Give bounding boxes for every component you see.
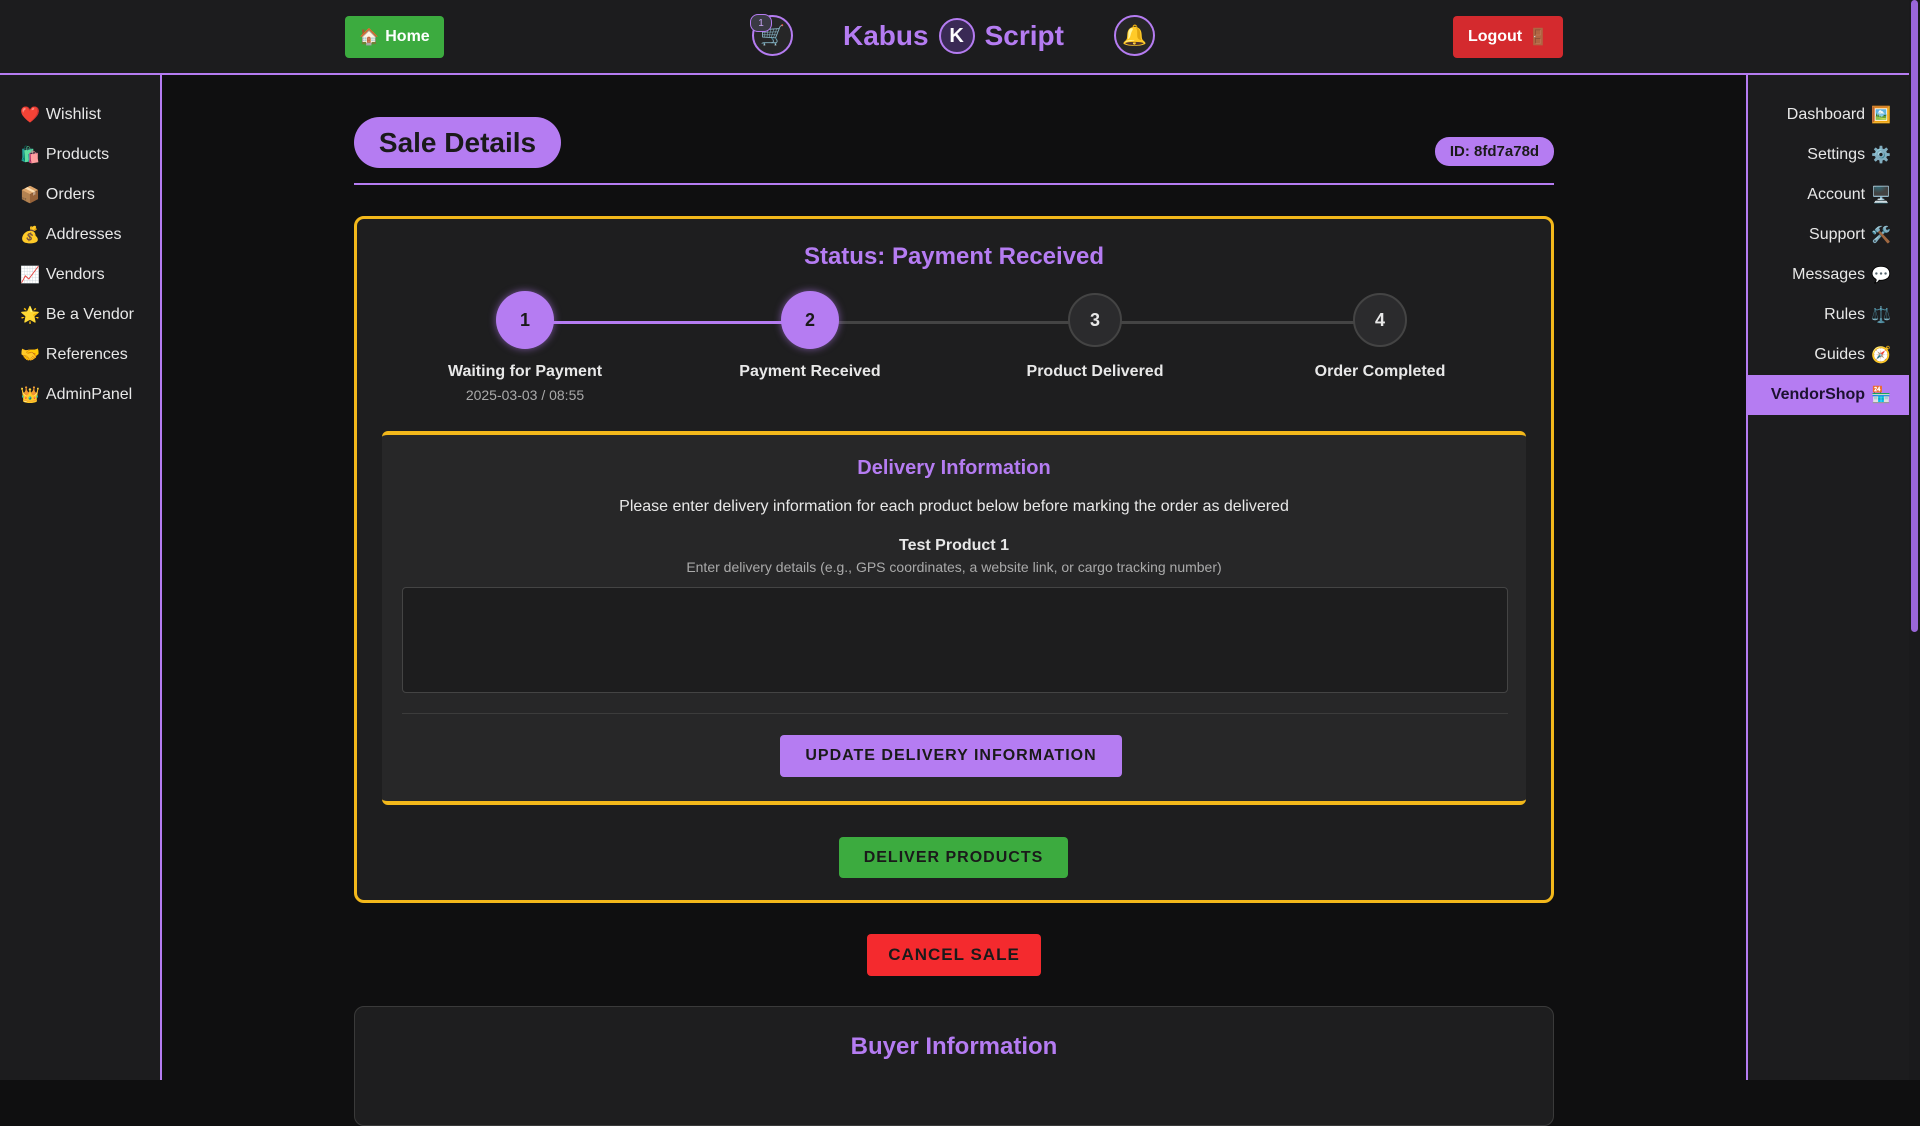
progress-line-1-2 — [525, 321, 810, 324]
sidebar-item-vendors[interactable]: 📈 Vendors — [0, 255, 160, 295]
step-3-circle: 3 — [1068, 293, 1122, 347]
heart-icon: ❤️ — [20, 107, 40, 124]
home-label: Home — [385, 28, 430, 45]
step-2-label: Payment Received — [739, 363, 881, 380]
sidebar-item-label: Be a Vendor — [45, 306, 134, 323]
home-button[interactable]: 🏠 Home — [345, 16, 444, 58]
sidebar-item-label: AdminPanel — [45, 386, 133, 403]
crown-icon: 👑 — [20, 387, 40, 404]
buyer-info-title: Buyer Information — [850, 1033, 1058, 1060]
package-icon: 📦 — [20, 187, 40, 204]
home-icon: 🏠 — [359, 29, 380, 46]
handshake-icon: 🤝 — [20, 347, 40, 364]
star-icon: 🌟 — [20, 307, 40, 324]
sidebar-item-label: VendorShop — [1770, 386, 1866, 403]
brand-name-left: Kabus — [843, 20, 929, 51]
step-2-circle: 2 — [781, 291, 839, 349]
scales-icon: ⚖️ — [1871, 307, 1891, 324]
sidebar-item-rules[interactable]: Rules ⚖️ — [1748, 295, 1911, 335]
sidebar-item-label: Wishlist — [45, 106, 102, 123]
sidebar-item-settings[interactable]: Settings ⚙️ — [1748, 135, 1911, 175]
sidebar-item-label: Guides — [1814, 346, 1866, 363]
title-divider — [354, 183, 1554, 185]
shopping-bags-icon: 🛍️ — [20, 147, 40, 164]
sidebar-item-wishlist[interactable]: ❤️ Wishlist — [0, 95, 160, 135]
sidebar-item-be-a-vendor[interactable]: 🌟 Be a Vendor — [0, 295, 160, 335]
chart-up-icon: 📈 — [20, 267, 40, 284]
deliver-products-button[interactable]: DELIVER PRODUCTS — [839, 837, 1068, 878]
sidebar-item-support[interactable]: Support 🛠️ — [1748, 215, 1911, 255]
cart-button[interactable]: 🛒 1 — [750, 14, 793, 56]
sidebar-item-guides[interactable]: Guides 🧭 — [1748, 335, 1911, 375]
buyer-info-card: Buyer Information — [354, 1006, 1554, 1126]
sidebar-right: Dashboard 🖼️ Settings ⚙️ Account 🖥️ Supp… — [1746, 75, 1911, 1080]
sidebar-item-references[interactable]: 🤝 References — [0, 335, 160, 375]
delivery-divider — [402, 713, 1508, 714]
delivery-info-section: Delivery Information Please enter delive… — [382, 431, 1526, 805]
progress-line-2-3 — [810, 321, 1095, 324]
step-1-label: Waiting for Payment — [447, 363, 603, 380]
update-delivery-button[interactable]: UPDATE DELIVERY INFORMATION — [780, 735, 1122, 777]
desktop-icon: 🖥️ — [1871, 187, 1891, 204]
delivery-title: Delivery Information — [857, 457, 1051, 479]
cancel-sale-button[interactable]: CANCEL SALE — [867, 934, 1041, 976]
logout-button[interactable]: Logout 🚪 — [1453, 16, 1563, 58]
status-title: Status: Payment Received — [803, 243, 1105, 270]
delivery-details-input[interactable] — [402, 587, 1508, 693]
top-bar: 🏠 Home 🛒 1 Kabus K Script 🔔 Logout 🚪 — [0, 0, 1909, 75]
sidebar-item-label: Support — [1809, 226, 1866, 243]
brand[interactable]: Kabus K Script — [843, 14, 1064, 58]
sidebar-item-orders[interactable]: 📦 Orders — [0, 175, 160, 215]
sidebar-left: ❤️ Wishlist 🛍️ Products 📦 Orders 💰 Addre… — [0, 75, 162, 1080]
notifications-button[interactable]: 🔔 — [1114, 15, 1155, 56]
tools-icon: 🛠️ — [1871, 227, 1891, 244]
page-title: Sale Details — [354, 117, 561, 168]
sidebar-item-products[interactable]: 🛍️ Products — [0, 135, 160, 175]
money-bag-icon: 💰 — [20, 227, 40, 244]
brand-logo-icon: K — [938, 18, 975, 54]
bell-icon: 🔔 — [1122, 25, 1147, 47]
product-name: Test Product 1 — [899, 537, 1009, 554]
delivery-hint: Enter delivery details (e.g., GPS coordi… — [686, 559, 1222, 575]
framed-picture-icon: 🖼️ — [1871, 107, 1891, 124]
sale-id-badge: ID: 8fd7a78d — [1435, 137, 1554, 166]
sidebar-item-label: Dashboard — [1786, 106, 1866, 123]
delivery-description: Please enter delivery information for ea… — [619, 498, 1289, 515]
sidebar-item-messages[interactable]: Messages 💬 — [1748, 255, 1911, 295]
sidebar-item-label: Addresses — [45, 226, 122, 243]
step-4-circle: 4 — [1353, 293, 1407, 347]
sidebar-item-account[interactable]: Account 🖥️ — [1748, 175, 1911, 215]
sidebar-item-label: Products — [45, 146, 110, 163]
store-icon: 🏪 — [1871, 387, 1891, 404]
sidebar-item-label: References — [45, 346, 128, 363]
sidebar-item-vendorshop[interactable]: VendorShop 🏪 — [1748, 375, 1911, 415]
door-icon: 🚪 — [1528, 29, 1549, 46]
brand-name-right: Script — [984, 20, 1064, 51]
cart-count-badge: 1 — [750, 14, 772, 32]
sidebar-item-label: Orders — [45, 186, 95, 203]
sidebar-item-label: Account — [1807, 186, 1866, 203]
gear-icon: ⚙️ — [1871, 147, 1891, 164]
progress-line-3-4 — [1095, 321, 1380, 324]
step-3-label: Product Delivered — [1026, 363, 1164, 380]
step-4-label: Order Completed — [1314, 363, 1446, 380]
status-card: Status: Payment Received 1 Waiting for P… — [354, 216, 1554, 903]
sidebar-item-label: Messages — [1792, 266, 1866, 283]
step-1-date: 2025-03-03 / 08:55 — [465, 387, 585, 403]
sidebar-item-label: Vendors — [45, 266, 105, 283]
compass-icon: 🧭 — [1871, 347, 1891, 364]
sidebar-item-label: Settings — [1807, 146, 1866, 163]
sidebar-item-label: Rules — [1824, 306, 1866, 323]
step-1-circle: 1 — [496, 291, 554, 349]
scrollbar-thumb[interactable] — [1911, 0, 1918, 632]
sidebar-item-addresses[interactable]: 💰 Addresses — [0, 215, 160, 255]
page-scrollbar[interactable] — [1909, 0, 1920, 1080]
speech-bubble-icon: 💬 — [1871, 267, 1891, 284]
logout-label: Logout — [1467, 28, 1523, 45]
sidebar-item-adminpanel[interactable]: 👑 AdminPanel — [0, 375, 160, 415]
sidebar-item-dashboard[interactable]: Dashboard 🖼️ — [1748, 95, 1911, 135]
